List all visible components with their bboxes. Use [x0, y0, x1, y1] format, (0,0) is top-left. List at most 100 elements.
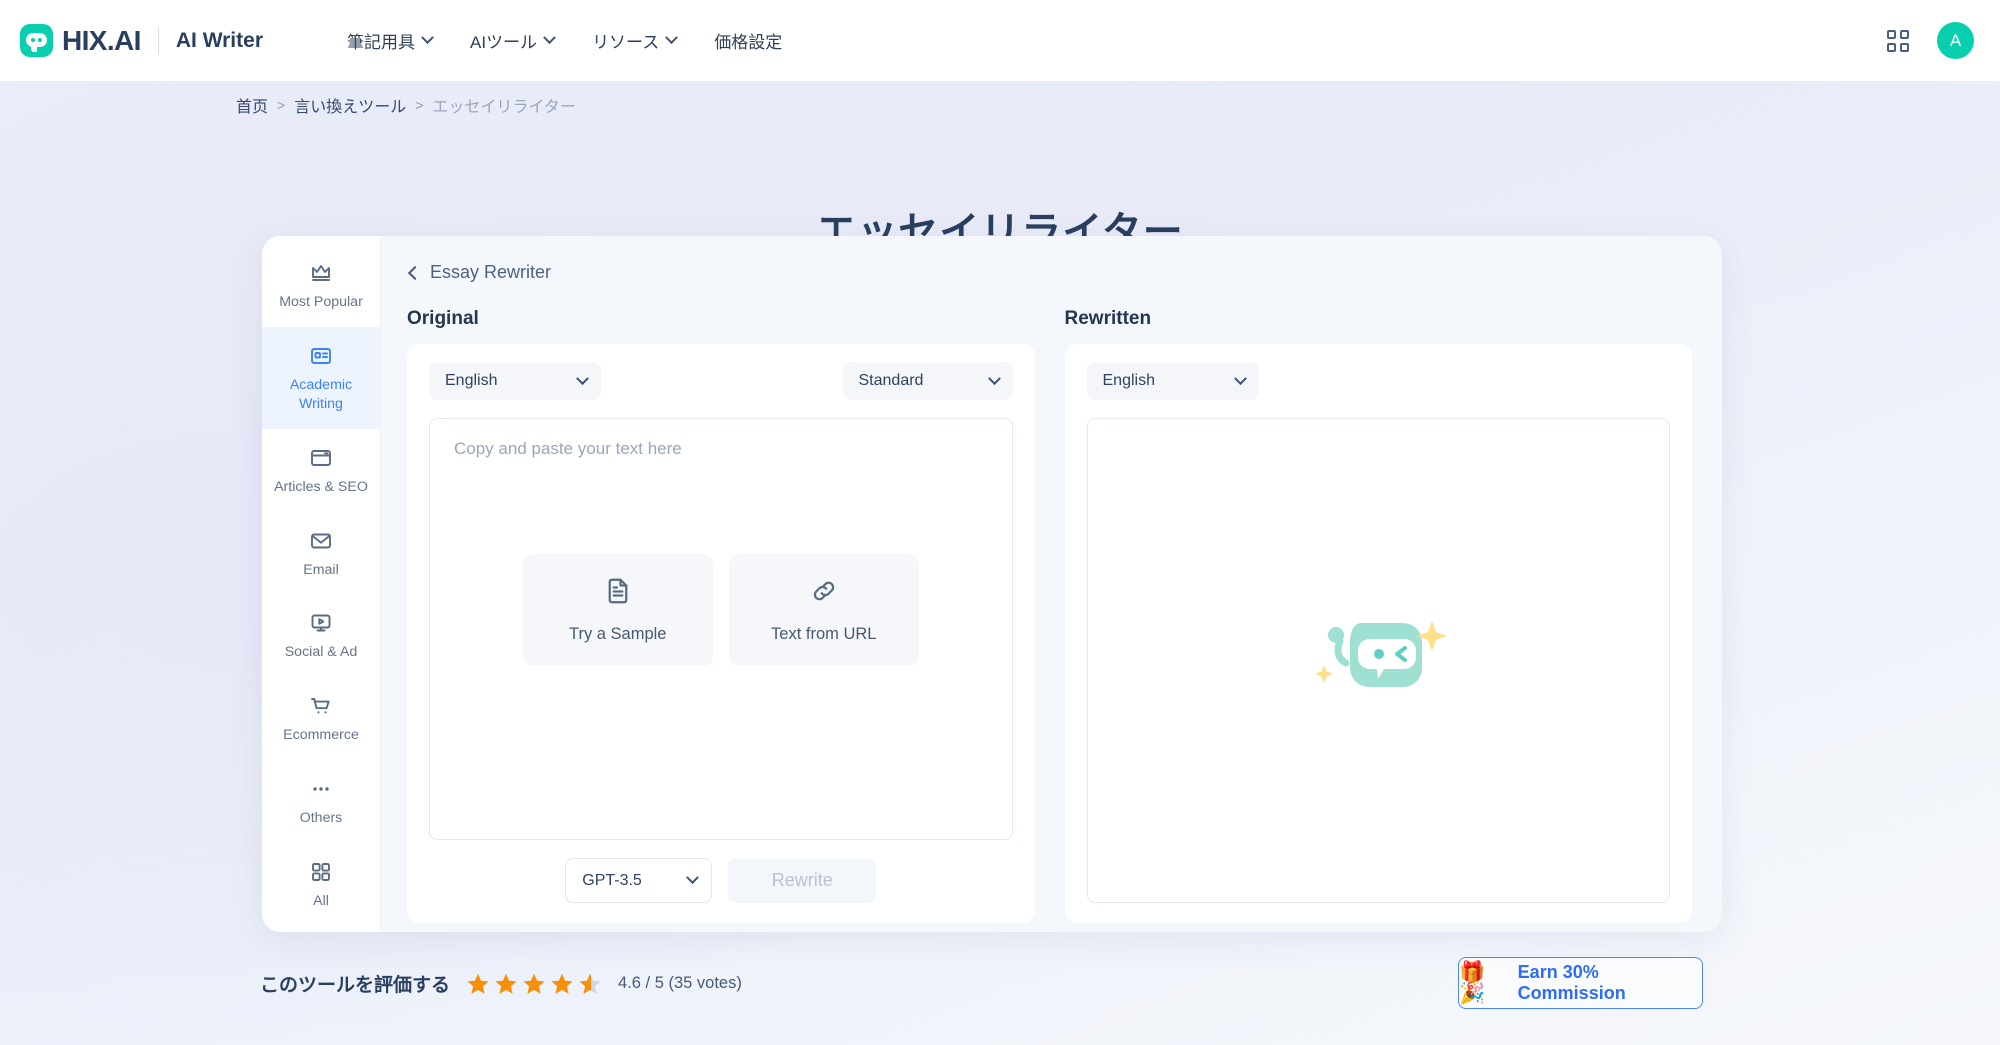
sidebar-item-label: Articles & SEO	[274, 478, 368, 495]
nav-label: リソース	[592, 33, 660, 52]
rewritten-panel-title: Rewritten	[1064, 308, 1152, 329]
monitor-play-icon	[268, 610, 374, 636]
nav-right-actions: A	[1887, 22, 1974, 59]
rewritten-panel-body: English	[1064, 344, 1692, 923]
nav-label: AIツール	[470, 33, 538, 52]
nav-label: 筆記用具	[347, 33, 415, 52]
document-text-icon	[603, 576, 633, 611]
commission-label: Earn 30% Commission	[1517, 962, 1626, 1003]
chevron-down-icon	[421, 31, 434, 45]
star-icon[interactable]	[522, 972, 546, 996]
mascot-chat-bubble-icon	[1308, 603, 1448, 718]
original-panel-body: English Standard Copy and paste your tex…	[407, 344, 1035, 923]
browser-window-icon	[268, 445, 374, 471]
star-icon[interactable]	[550, 972, 574, 996]
rewritten-language-value: English	[1102, 372, 1155, 389]
link-chain-icon	[809, 576, 839, 611]
avatar[interactable]: A	[1937, 22, 1974, 59]
rewrite-button[interactable]: Rewrite	[728, 858, 877, 903]
sidebar-item-label: Most Popular	[279, 294, 363, 310]
quick-action-label: Text from URL	[771, 625, 877, 643]
run-controls: GPT-3.5 Rewrite	[429, 858, 1013, 903]
rewrite-mode-select[interactable]: Standard	[842, 362, 1013, 400]
chevron-down-icon	[1233, 371, 1247, 385]
sidebar-item-articles-seo[interactable]: Articles & SEO	[262, 429, 380, 512]
chevron-down-icon	[686, 871, 700, 885]
rewritten-panel: Rewritten English	[1064, 308, 1692, 923]
sidebar-item-most-popular[interactable]: Most Popular	[262, 244, 380, 327]
ellipsis-icon	[268, 776, 374, 802]
nav-item-writing-tools[interactable]: 筆記用具	[347, 28, 434, 53]
star-icon[interactable]	[466, 972, 490, 996]
rewritten-toolbar: English	[1086, 362, 1671, 400]
tool-name: Essay Rewriter	[430, 262, 552, 282]
rewrite-mode-value: Standard	[858, 372, 924, 389]
model-select[interactable]: GPT-3.5	[565, 858, 713, 903]
shopping-cart-icon	[268, 693, 374, 719]
sidebar-item-label: Social & Ad	[284, 644, 358, 661]
original-language-select[interactable]: English	[429, 362, 601, 400]
try-a-sample-button[interactable]: Try a Sample	[522, 554, 713, 666]
breadcrumb-current: エッセイリライター	[432, 99, 576, 116]
text-from-url-button[interactable]: Text from URL	[728, 554, 919, 666]
original-language-value: English	[445, 372, 498, 389]
back-to-tools-button[interactable]: Essay Rewriter	[407, 262, 1692, 283]
editor-panels: Original English Standard Copy and paste…	[407, 308, 1692, 923]
sidebar-item-label: All	[313, 893, 329, 909]
sidebar-item-all[interactable]: All	[262, 843, 380, 926]
nav-item-resources[interactable]: リソース	[592, 28, 679, 53]
category-sidebar: Most Popular Academic Writing Articles &…	[262, 236, 381, 932]
sidebar-item-academic-writing[interactable]: Academic Writing	[262, 326, 380, 429]
sidebar-item-ecommerce[interactable]: Ecommerce	[262, 677, 380, 760]
nav-item-ai-tools[interactable]: AIツール	[470, 28, 556, 53]
brand-divider	[157, 27, 159, 54]
chevron-left-icon	[407, 265, 423, 280]
envelope-icon	[268, 528, 374, 554]
sidebar-item-social-ad[interactable]: Social & Ad	[262, 594, 380, 677]
nav-item-pricing[interactable]: 価格設定	[714, 28, 782, 53]
gift-confetti-icon: 🎁🎉	[1459, 961, 1486, 1005]
sidebar-item-label: Others	[299, 810, 343, 827]
chevron-down-icon	[543, 31, 556, 45]
sidebar-item-others[interactable]: Others	[262, 760, 380, 843]
model-value: GPT-3.5	[582, 871, 642, 889]
star-rating[interactable]	[466, 972, 602, 996]
rewrite-button-label: Rewrite	[771, 870, 833, 890]
rating-score-text: 4.6 / 5 (35 votes)	[618, 974, 742, 992]
breadcrumb-separator: >	[415, 97, 424, 113]
brand-subtitle: AI Writer	[175, 28, 263, 52]
grid-apps-icon	[268, 859, 374, 885]
original-toolbar: English Standard	[429, 362, 1013, 400]
nav-label: 価格設定	[714, 33, 783, 52]
breadcrumb-separator: >	[277, 97, 286, 113]
quick-action-label: Try a Sample	[568, 625, 667, 643]
id-card-icon	[268, 343, 374, 369]
sidebar-item-label: Ecommerce	[283, 727, 359, 744]
original-text-input[interactable]: Copy and paste your text here Try a Samp…	[429, 418, 1013, 840]
top-navbar: HIX.AI AI Writer 筆記用具 AIツール リソース 価格設定 A	[0, 0, 2000, 81]
tool-content: Essay Rewriter Original English Standard	[381, 236, 1722, 932]
brand-name: HIX.AI	[62, 24, 141, 56]
star-half-icon[interactable]	[578, 972, 602, 996]
chevron-down-icon	[665, 31, 679, 45]
nav-links: 筆記用具 AIツール リソース 価格設定	[347, 28, 782, 53]
breadcrumb-home[interactable]: 首页	[236, 93, 268, 117]
chevron-down-icon	[576, 371, 589, 385]
brand-logo[interactable]: HIX.AI AI Writer	[20, 24, 263, 57]
crown-icon	[268, 260, 374, 286]
rewritten-output-area	[1086, 418, 1670, 903]
rewritten-language-select[interactable]: English	[1086, 362, 1259, 400]
rating-widget: このツールを評価する 4.6 / 5 (35 votes)	[260, 970, 742, 997]
quick-input-actions: Try a Sample Text from URL	[430, 554, 1012, 666]
chevron-down-icon	[987, 371, 1001, 385]
original-panel: Original English Standard Copy and paste…	[407, 308, 1035, 923]
breadcrumb: 首页 > 言い換えツール > エッセイリライター	[236, 93, 576, 117]
earn-commission-button[interactable]: 🎁🎉 Earn 30% Commission	[1458, 957, 1703, 1009]
star-icon[interactable]	[494, 972, 518, 996]
sidebar-item-label: Email	[303, 561, 339, 578]
sidebar-item-email[interactable]: Email	[262, 512, 380, 595]
grid-apps-icon[interactable]	[1887, 29, 1909, 52]
chat-bubble-icon	[20, 24, 53, 57]
rating-label: このツールを評価する	[260, 975, 451, 996]
breadcrumb-parent[interactable]: 言い換えツール	[294, 93, 406, 117]
